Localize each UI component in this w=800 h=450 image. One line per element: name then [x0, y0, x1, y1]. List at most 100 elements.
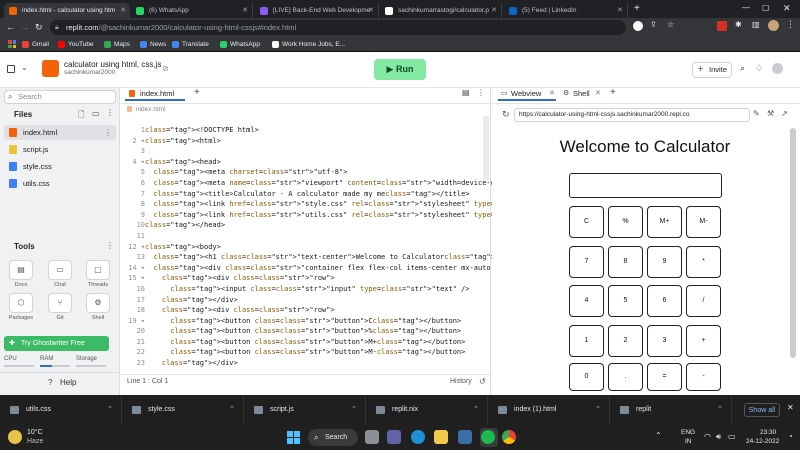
task-view-icon[interactable] — [365, 430, 379, 444]
clock-time[interactable]: 23:30 — [760, 429, 776, 436]
apps-grid-icon[interactable] — [8, 40, 16, 48]
download-item[interactable]: replit.nix ⌃ — [366, 395, 488, 425]
show-all-button[interactable]: Show all — [744, 403, 780, 417]
run-button[interactable]: ▶ Run — [374, 59, 426, 80]
webview-url-field[interactable]: https://calculator-using-html-cssjs.sach… — [514, 108, 750, 122]
close-tab-icon[interactable]: ✕ — [549, 89, 555, 97]
maximize-icon[interactable]: ▢ — [762, 3, 770, 12]
history-icon[interactable]: ↺ — [479, 377, 486, 386]
close-tab-icon[interactable]: ✕ — [491, 3, 497, 18]
bookmark-item[interactable]: News — [140, 37, 166, 52]
teams-icon[interactable] — [387, 430, 401, 444]
notification-icon[interactable]: ◔ — [788, 432, 793, 441]
calc-button[interactable]: / — [686, 285, 721, 317]
search-icon[interactable]: ⌕ — [740, 63, 745, 74]
calc-button[interactable]: 2 — [608, 325, 643, 357]
close-tab-icon[interactable]: ✕ — [242, 3, 248, 18]
calc-button[interactable]: 8 — [608, 246, 643, 278]
chrome-menu-icon[interactable]: ⋮ — [786, 19, 795, 30]
ghostwriter-button[interactable]: ✚ Try Ghostwriter Free — [4, 336, 109, 351]
editor-tab[interactable]: index.html — [125, 88, 185, 101]
calc-button[interactable]: 9 — [647, 246, 682, 278]
code-line[interactable]: class="tag"><html> — [145, 136, 485, 147]
download-item[interactable]: style.css ⌃ — [122, 395, 244, 425]
calc-button[interactable]: 4 — [569, 285, 604, 317]
code-line[interactable]: class="tag"><body> — [145, 242, 485, 253]
browser-tab[interactable]: [LIVE] Back-End Web Developme ✕ — [255, 3, 379, 18]
code-line[interactable]: class="tag"><head> — [145, 157, 485, 168]
code-line[interactable]: class="tag"></div> — [145, 295, 485, 306]
chevron-up-icon[interactable]: ⌃ — [107, 395, 113, 425]
file-item[interactable]: utils.css — [4, 176, 116, 191]
code-line[interactable]: class="tag"><div class=class="str">"row"… — [145, 305, 485, 316]
help-link[interactable]: Help — [60, 378, 76, 387]
code-line[interactable]: class="tag"><div class=class="str">"cont… — [145, 263, 528, 274]
taskbar-search[interactable]: ⌕ Search — [308, 429, 358, 446]
code-line[interactable]: class="tag"></div> — [145, 358, 485, 369]
profile-avatar[interactable] — [768, 20, 779, 31]
chat-icon[interactable]: ▭ — [48, 260, 72, 280]
code-line[interactable]: class="tag"><input class=class="str">"in… — [145, 284, 485, 295]
extension-icon[interactable] — [717, 21, 727, 31]
calc-button[interactable]: + — [686, 325, 721, 357]
file-item[interactable]: script.js — [4, 142, 116, 157]
close-window-icon[interactable]: ✕ — [783, 3, 791, 14]
calculator-input[interactable] — [569, 173, 722, 198]
history-link[interactable]: History — [450, 378, 472, 385]
wifi-icon[interactable]: ◠ — [704, 432, 711, 441]
code-line[interactable]: class="tag"><title>Calculator - A calcul… — [145, 189, 485, 200]
browser-tab[interactable]: (6) WhatsApp ✕ — [131, 3, 253, 18]
code-line[interactable]: class="tag"><link href=class="str">"util… — [145, 210, 600, 221]
code-line[interactable]: class="tag"><button class=class="str">"b… — [145, 347, 485, 358]
browser-tab[interactable]: index.html - calculator using htm ✕ — [4, 3, 130, 18]
close-downloads-icon[interactable]: ✕ — [787, 403, 794, 412]
windows-start-icon[interactable] — [287, 431, 300, 444]
calc-button[interactable]: 6 — [647, 285, 682, 317]
close-tab-icon[interactable]: ✕ — [368, 3, 374, 18]
chevron-up-icon[interactable]: ⌃ — [595, 395, 601, 425]
code-line[interactable]: class="tag"><meta charset=class="str">"u… — [145, 167, 485, 178]
download-item[interactable]: index (1).html ⌃ — [488, 395, 610, 425]
shell-icon[interactable]: ⚙ — [86, 293, 110, 313]
webview-reload-icon[interactable]: ↻ — [502, 109, 510, 120]
tray-chevron-icon[interactable]: ⌃ — [655, 431, 662, 440]
open-new-window-icon[interactable]: ↗ — [781, 109, 788, 118]
calc-button[interactable]: 7 — [569, 246, 604, 278]
bookmark-star-icon[interactable]: ☆ — [667, 20, 674, 29]
docs-icon[interactable]: ▤ — [9, 260, 33, 280]
spotify-icon[interactable] — [481, 430, 495, 444]
browser-tab[interactable]: (5) Feed | LinkedIn ✕ — [504, 3, 628, 18]
bookmark-item[interactable]: Translate — [172, 37, 209, 52]
user-avatar[interactable] — [772, 63, 783, 74]
bookmark-item[interactable]: Work Home Jobs, E... — [272, 37, 345, 52]
new-file-icon[interactable]: 🗋︎ — [78, 109, 84, 123]
download-item[interactable]: script.js ⌃ — [244, 395, 366, 425]
calc-button[interactable]: 5 — [608, 285, 643, 317]
language-indicator[interactable]: ENG — [681, 429, 695, 436]
bookmark-item[interactable]: YouTube — [58, 37, 94, 52]
chrome-icon[interactable] — [502, 430, 516, 444]
edge-icon[interactable] — [411, 430, 425, 444]
webview-scrollbar[interactable] — [790, 128, 796, 358]
packages-icon[interactable]: ⬡ — [9, 293, 33, 313]
notifications-bell-icon[interactable]: ♢ — [755, 63, 763, 74]
new-tab-icon[interactable]: + — [194, 87, 200, 98]
hide-icon[interactable]: ⊘ — [162, 64, 169, 73]
back-arrow-icon[interactable]: ← — [6, 19, 15, 36]
minimize-icon[interactable]: — — [742, 3, 750, 12]
extensions-puzzle-icon[interactable]: ✱ — [735, 20, 742, 29]
invite-button[interactable]: ＋ Invite — [692, 62, 732, 78]
git-icon[interactable]: ⑂ — [48, 293, 72, 313]
volume-icon[interactable]: 🔊︎ — [716, 432, 721, 442]
close-tab-icon[interactable]: ✕ — [595, 89, 601, 97]
new-tab-icon[interactable]: + — [634, 3, 640, 14]
project-owner[interactable]: sachinkumar2000 — [64, 69, 115, 76]
chevron-down-icon[interactable]: ⌄ — [21, 63, 28, 72]
chevron-up-icon[interactable]: ⌃ — [717, 395, 723, 425]
code-line[interactable] — [145, 146, 485, 157]
calc-button[interactable]: 1 — [569, 325, 604, 357]
sidebar-toggle-icon[interactable] — [7, 65, 15, 73]
code-line[interactable]: class="tag"></head> — [145, 220, 485, 231]
calc-button[interactable]: . — [608, 363, 643, 391]
breadcrumb[interactable]: index.html — [136, 106, 166, 113]
